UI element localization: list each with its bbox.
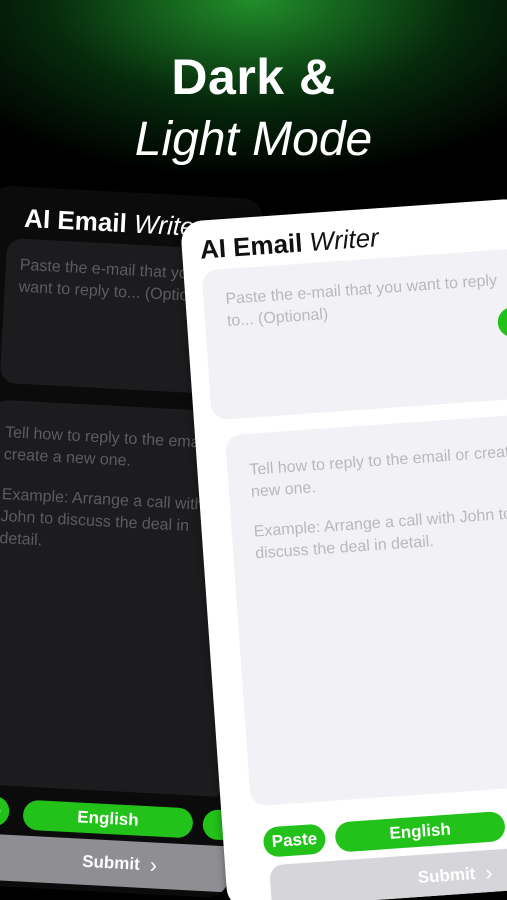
email-input[interactable]: Paste the e-mail that you want to reply … bbox=[201, 246, 507, 421]
headline-line-1: Dark & bbox=[171, 49, 336, 105]
example-placeholder: Example: Arrange a call with John to dis… bbox=[0, 486, 204, 550]
language-button[interactable]: English bbox=[334, 810, 506, 853]
app-title: AI Email Writer bbox=[23, 203, 204, 243]
language-button[interactable]: English bbox=[22, 799, 194, 839]
submit-label: Submit bbox=[81, 851, 141, 874]
app-title-bold: AI Email bbox=[198, 227, 304, 265]
light-mode-phone: AI Email Writer Paste the e-mail that yo… bbox=[180, 197, 507, 900]
paste-button[interactable]: Paste bbox=[262, 823, 327, 858]
headline-line-2: Light Mode bbox=[134, 113, 373, 166]
example-placeholder: Example: Arrange a call with John to dis… bbox=[253, 505, 507, 563]
submit-button[interactable]: Submit › bbox=[0, 831, 236, 893]
prompt-input[interactable]: Tell how to reply to the email or create… bbox=[224, 412, 507, 807]
chevron-right-icon: › bbox=[484, 859, 494, 886]
email-placeholder: Paste the e-mail that you want to reply … bbox=[224, 272, 498, 330]
app-title-bold: AI Email bbox=[23, 202, 128, 239]
paste-button[interactable]: Paste bbox=[0, 793, 11, 827]
app-title-italic: Writer bbox=[308, 222, 380, 257]
chevron-right-icon: › bbox=[149, 852, 158, 878]
prompt-placeholder: Tell how to reply to the email or create… bbox=[248, 442, 507, 501]
submit-label: Submit bbox=[417, 864, 476, 887]
